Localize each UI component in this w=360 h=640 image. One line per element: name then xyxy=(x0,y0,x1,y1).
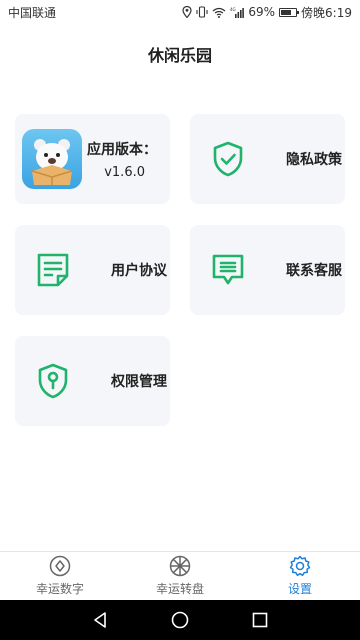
privacy-label: 隐私政策 xyxy=(286,152,342,168)
app-logo xyxy=(22,129,82,189)
version-value: v1.6.0 xyxy=(104,164,145,180)
shield-check-icon xyxy=(208,139,248,179)
permission-label: 权限管理 xyxy=(111,374,167,390)
system-navigation-bar xyxy=(0,600,360,640)
wifi-icon xyxy=(212,7,226,18)
back-icon[interactable] xyxy=(91,611,109,629)
wheel-icon xyxy=(169,555,191,577)
nav-item-settings[interactable]: 设置 xyxy=(240,552,360,600)
nav-item-lucky-number[interactable]: 幸运数字 xyxy=(0,552,120,600)
customer-service-card[interactable]: 联系客服 xyxy=(190,225,345,315)
battery-fill xyxy=(281,9,291,15)
document-icon xyxy=(33,250,73,290)
clock: 傍晚6:19 xyxy=(301,5,352,20)
message-icon xyxy=(208,250,248,290)
nav-label-lucky-number: 幸运数字 xyxy=(35,582,84,596)
version-label: 应用版本： xyxy=(87,141,157,158)
recents-icon[interactable] xyxy=(251,611,269,629)
service-label: 联系客服 xyxy=(286,263,342,279)
app-version-card[interactable]: 应用版本： v1.6.0 xyxy=(15,114,170,204)
status-bar: 中国联通 4G 69% 傍晚6:19 xyxy=(0,0,360,24)
agreement-label: 用户协议 xyxy=(111,263,167,279)
battery-icon xyxy=(279,7,300,17)
svg-text:4G: 4G xyxy=(230,7,236,12)
location-icon xyxy=(182,6,192,18)
privacy-policy-card[interactable]: 隐私政策 xyxy=(190,114,345,204)
bottom-navigation: 幸运数字 幸运转盘 设置 xyxy=(0,551,360,600)
bear-logo-icon xyxy=(31,139,73,185)
nav-label-settings: 设置 xyxy=(287,582,312,596)
nav-item-lucky-wheel[interactable]: 幸运转盘 xyxy=(120,552,240,600)
home-icon[interactable] xyxy=(171,611,189,629)
version-info: 应用版本： v1.6.0 xyxy=(87,139,157,180)
permission-management-card[interactable]: 权限管理 xyxy=(15,336,170,426)
signal-icon: 4G xyxy=(230,7,245,18)
coin-icon xyxy=(49,555,71,577)
vibrate-icon xyxy=(196,6,208,18)
battery-percent: 69% xyxy=(248,5,276,19)
status-icons: 4G 69% 傍晚6:19 xyxy=(182,4,352,21)
nav-label-lucky-wheel: 幸运转盘 xyxy=(155,582,204,596)
carrier-label: 中国联通 xyxy=(8,5,57,20)
gear-icon xyxy=(289,555,311,577)
user-agreement-card[interactable]: 用户协议 xyxy=(15,225,170,315)
page-title: 休闲乐园 xyxy=(147,46,212,65)
shield-key-icon xyxy=(33,361,73,401)
